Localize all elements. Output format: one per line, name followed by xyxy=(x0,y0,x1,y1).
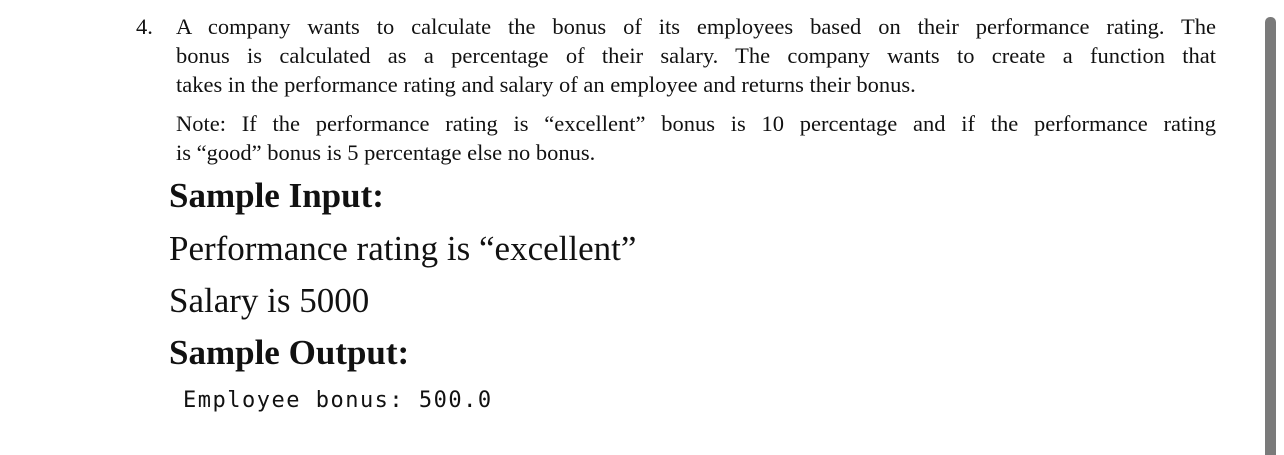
question-note: Note: If the performance rating is “exce… xyxy=(176,109,1216,167)
vertical-scrollbar[interactable] xyxy=(1265,17,1276,455)
note-line: is “good” bonus is 5 percentage else no … xyxy=(176,140,596,165)
sample-input-line: Salary is 5000 xyxy=(169,281,370,320)
question-line: takes in the performance rating and sala… xyxy=(176,72,916,97)
sample-output-code: Employee bonus: 500.0 xyxy=(183,388,493,413)
sample-input-heading: Sample Input: xyxy=(169,176,384,215)
sample-output-heading: Sample Output: xyxy=(169,333,410,372)
question-number: 4. xyxy=(136,14,153,39)
question-line: A company wants to calculate the bonus o… xyxy=(176,14,1216,39)
sample-input-line: Performance rating is “excellent” xyxy=(169,229,637,268)
question-block: 4. A company wants to calculate the bonu… xyxy=(136,12,1216,167)
question-body: A company wants to calculate the bonus o… xyxy=(176,12,1216,167)
question-line: bonus is calculated as a percentage of t… xyxy=(176,43,1216,68)
note-line: Note: If the performance rating is “exce… xyxy=(176,111,1216,136)
